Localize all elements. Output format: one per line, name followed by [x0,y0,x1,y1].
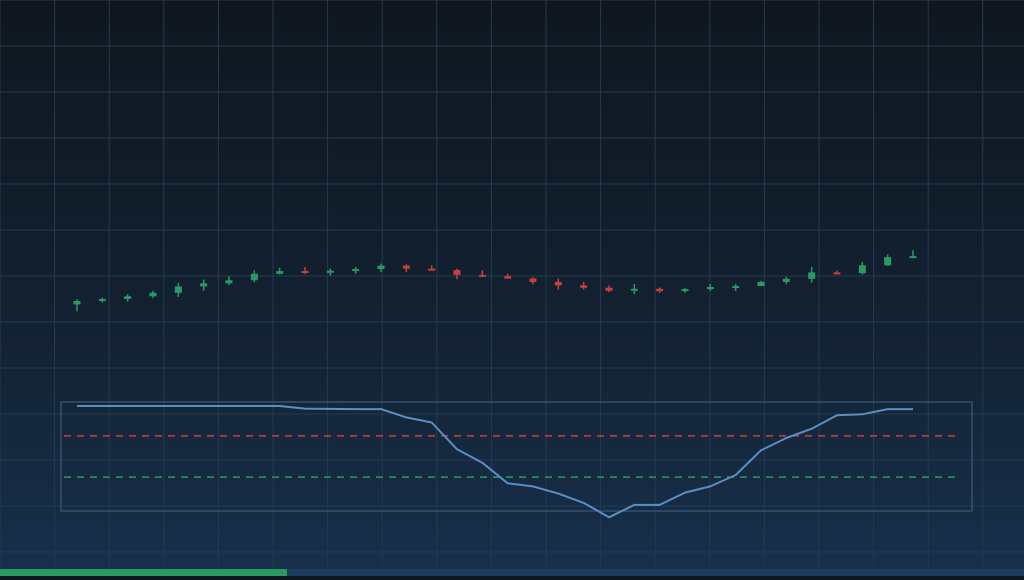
candle-body-up [630,288,638,291]
price-chart [0,0,1024,576]
candle-body-down [301,271,309,274]
candle-body-down [656,288,664,292]
candle-body-up [326,270,334,273]
candle-body-up [352,269,360,272]
candle-body-down [453,270,461,275]
oscillator-line [77,405,913,519]
candle-body-up [149,292,157,297]
candle-body-down [554,281,562,286]
progress-bar [0,569,1024,576]
candle-body-down [402,265,410,269]
candle-body-up [98,298,106,301]
candle-body-down [580,285,588,288]
oscillator-panel-frame [60,401,973,512]
candle-body-up [732,286,740,289]
candle-body-up [782,278,790,282]
candle-body-down [833,272,841,275]
candle-body-up [909,256,917,259]
candle-body-up [276,271,284,274]
candle-body-down [478,274,486,277]
progress-bar-fill [0,569,287,576]
candle-body-down [428,268,436,271]
candle-body-up [808,272,816,279]
candle-body-up [124,296,132,299]
candle-body-up [681,289,689,292]
candle-body-up [73,301,81,305]
candle-body-up [706,287,714,290]
candle-body-up [200,283,208,287]
candle-body-up [174,286,182,293]
candle-body-up [858,265,866,274]
candle-body-down [605,287,613,291]
candle-body-up [225,280,233,284]
candle-body-up [757,281,765,287]
chart-stage [0,0,1024,576]
candle-body-down [504,276,512,279]
candle-body-up [250,273,258,281]
candle-body-down [529,278,537,282]
candle-body-up [884,257,892,266]
candle-body-up [377,265,385,270]
